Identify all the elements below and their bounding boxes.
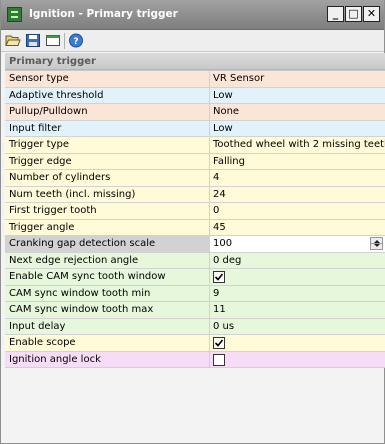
property-value-text: Falling [213, 155, 245, 167]
property-name: Enable scope [5, 335, 210, 351]
application-icon [7, 7, 22, 22]
property-value-text: 0 us [213, 320, 235, 332]
property-row[interactable]: Next edge rejection angle 0 deg [5, 252, 385, 269]
property-name: Input filter [5, 120, 210, 136]
checked-checkbox-icon[interactable] [213, 271, 225, 283]
property-value[interactable]: 0 [210, 203, 385, 219]
property-value-text: Low [213, 122, 233, 134]
toolbar: ? [1, 30, 384, 52]
save-icon[interactable] [25, 33, 41, 48]
property-value-text: None [213, 106, 240, 117]
property-row[interactable]: Ignition angle lock [5, 351, 385, 368]
property-name: Pullup/Pulldown [5, 104, 210, 120]
property-name: CAM sync window tooth max [5, 302, 210, 318]
spin-buttons[interactable] [370, 237, 383, 250]
property-name: Adaptive threshold [5, 87, 210, 103]
window-icon[interactable] [45, 33, 61, 48]
property-value[interactable]: 0 us [210, 319, 385, 335]
property-checkbox-cell[interactable] [210, 335, 385, 351]
property-name: Trigger edge [5, 153, 210, 169]
property-name: Trigger type [5, 137, 210, 153]
property-name: First trigger tooth [5, 203, 210, 219]
property-value[interactable]: 11 [210, 302, 385, 318]
property-row[interactable]: Pullup/Pulldown None [5, 104, 385, 121]
property-name: Number of cylinders [5, 170, 210, 186]
checkmark-icon [214, 339, 224, 347]
ignition-primary-trigger-window: Ignition - Primary trigger _ □ ✕ ? Prima… [0, 0, 385, 444]
property-value-text: 9 [213, 287, 220, 299]
property-row[interactable]: Adaptive threshold Low [5, 87, 385, 104]
property-name: Cranking gap detection scale [5, 236, 210, 252]
property-value-text: 100 [213, 238, 233, 249]
property-name: CAM sync window tooth min [5, 285, 210, 301]
property-name: Next edge rejection angle [5, 252, 210, 268]
property-value[interactable]: Falling [210, 154, 385, 170]
property-value-text: 11 [213, 304, 226, 315]
property-row[interactable]: Enable CAM sync tooth window [5, 269, 385, 286]
property-grid: Sensor type VR Sensor Adaptive threshold Lo… [5, 70, 385, 368]
window-title: Ignition - Primary trigger [29, 8, 178, 20]
property-value-text: 45 [213, 221, 226, 233]
property-value[interactable]: VR Sensor [210, 71, 385, 87]
checkmark-icon [214, 273, 224, 281]
property-row[interactable]: CAM sync window tooth min 9 [5, 285, 385, 302]
property-row[interactable]: Enable scope [5, 335, 385, 352]
property-name: Sensor type [5, 71, 210, 87]
property-value[interactable]: Low [210, 88, 385, 104]
section-header: Primary trigger [5, 53, 385, 70]
help-icon[interactable]: ? [68, 33, 84, 48]
property-value-text: 4 [213, 172, 220, 183]
property-row[interactable]: Num teeth (incl. missing) 24 [5, 186, 385, 203]
property-value[interactable]: 45 [210, 220, 385, 236]
property-name: Input delay [5, 318, 210, 334]
property-value-text: VR Sensor [213, 73, 265, 84]
property-value[interactable]: None [210, 104, 385, 120]
checked-checkbox-icon[interactable] [213, 337, 225, 349]
property-value[interactable]: Toothed wheel with 2 missing teeth [210, 137, 385, 153]
property-row[interactable]: Trigger edge Falling [5, 153, 385, 170]
property-value-text: Toothed wheel with 2 missing teeth [213, 139, 385, 150]
property-value-input[interactable]: 100 [210, 236, 385, 252]
property-row[interactable]: Trigger type Toothed wheel with 2 missing… [5, 137, 385, 154]
property-value-text: 0 deg [213, 254, 242, 266]
property-value[interactable]: 4 [210, 170, 385, 186]
property-row[interactable]: Cranking gap detection scale 100 [5, 236, 385, 253]
property-row[interactable]: Trigger angle 45 [5, 219, 385, 236]
window-controls: _ □ ✕ [327, 6, 380, 22]
property-row[interactable]: Input delay 0 us [5, 318, 385, 335]
property-name: Enable CAM sync tooth window [5, 269, 210, 285]
property-name: Num teeth (incl. missing) [5, 186, 210, 202]
folder-open-icon[interactable] [5, 33, 21, 48]
property-name: Ignition angle lock [5, 351, 210, 367]
svg-text:?: ? [73, 37, 78, 47]
close-button[interactable]: ✕ [363, 6, 380, 22]
property-checkbox-cell[interactable] [210, 269, 385, 285]
spinner-divider [371, 243, 382, 244]
property-row[interactable]: CAM sync window tooth max 11 [5, 302, 385, 319]
property-value-text: Low [213, 89, 233, 101]
property-row[interactable]: Input filter Low [5, 120, 385, 137]
property-value-text: 24 [213, 188, 226, 200]
title-bar[interactable]: Ignition - Primary trigger _ □ ✕ [1, 0, 384, 30]
property-value[interactable]: 0 deg [210, 253, 385, 269]
property-value[interactable]: Low [210, 121, 385, 137]
property-value[interactable]: 24 [210, 187, 385, 203]
unchecked-checkbox-icon[interactable] [213, 353, 225, 366]
minimize-button[interactable]: _ [327, 6, 344, 22]
property-value-text: 0 [213, 205, 220, 216]
property-row[interactable]: First trigger tooth 0 [5, 203, 385, 220]
property-checkbox-cell[interactable] [210, 352, 385, 368]
property-name: Trigger angle [5, 219, 210, 235]
property-row[interactable]: Number of cylinders 4 [5, 170, 385, 187]
toolbar-separator [64, 33, 65, 49]
property-value[interactable]: 9 [210, 286, 385, 302]
restore-button[interactable]: □ [345, 6, 362, 22]
property-row[interactable]: Sensor type VR Sensor [5, 71, 385, 88]
